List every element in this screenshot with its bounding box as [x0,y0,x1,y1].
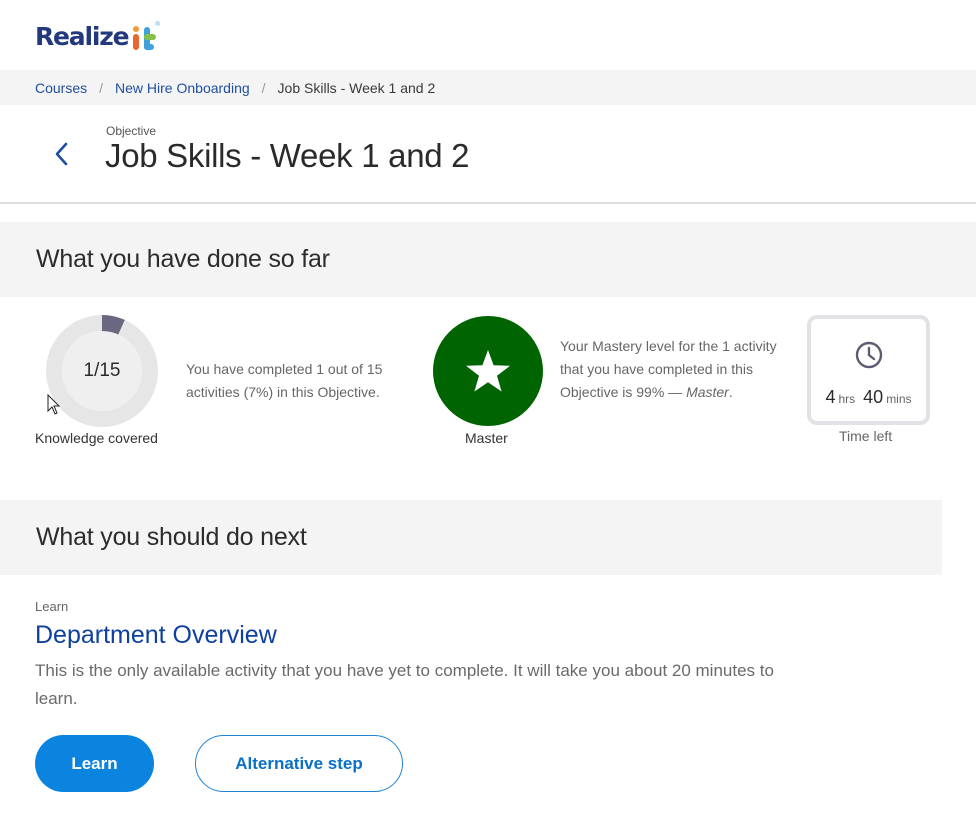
progress-section-header: What you have done so far [0,222,976,297]
objective-eyebrow: Objective [106,124,157,138]
knowledge-progress-ring: 1/15 [46,315,158,427]
breadcrumb: Courses / New Hire Onboarding / Job Skil… [0,70,976,105]
alternative-step-button[interactable]: Alternative step [195,735,403,792]
breadcrumb-new-hire-onboarding[interactable]: New Hire Onboarding [115,80,250,96]
mastery-description: Your Mastery level for the 1 activity th… [560,338,777,400]
time-left-caption: Time left [839,428,893,444]
knowledge-description: You have completed 1 out of 15 activitie… [186,361,383,400]
breadcrumb-courses[interactable]: Courses [35,80,87,96]
progress-section-heading: What you have done so far [36,245,330,273]
mastery-badge [433,316,543,426]
minutes-value: 40 [863,387,884,407]
hours-unit: hrs [838,392,856,406]
breadcrumb-separator: / [261,79,266,96]
activity-title-link[interactable]: Department Overview [35,621,277,650]
mastery-level-text: Master [686,384,729,400]
knowledge-caption: Knowledge covered [35,430,158,446]
back-button[interactable] [48,138,76,170]
mastery-caption: Master [465,430,508,446]
chevron-left-icon [55,142,68,166]
breadcrumb-separator: / [99,79,104,96]
realizeit-logo: Realize ® [35,20,161,52]
next-section-header: What you should do next [0,500,942,575]
star-icon [466,350,510,392]
time-left-card: 4 hrs 40 mins [807,315,930,425]
knowledge-count: 1/15 [83,360,121,381]
activity-type-label: Learn [35,599,69,614]
header-divider [0,202,976,204]
activity-description: This is the only available activity that… [35,661,774,708]
hours-value: 4 [825,387,836,407]
learn-button[interactable]: Learn [35,735,154,792]
breadcrumb-current: Job Skills - Week 1 and 2 [277,79,436,96]
logo-wordmark: Realize [35,22,130,51]
logo-it-mark: ® [131,22,161,52]
mouse-cursor-icon [47,394,61,415]
next-section-heading: What you should do next [36,523,307,551]
minutes-unit: mins [886,392,912,406]
clock-icon [855,341,883,369]
page-title: Job Skills - Week 1 and 2 [105,137,470,174]
time-left-value: 4 hrs 40 mins [811,387,926,408]
